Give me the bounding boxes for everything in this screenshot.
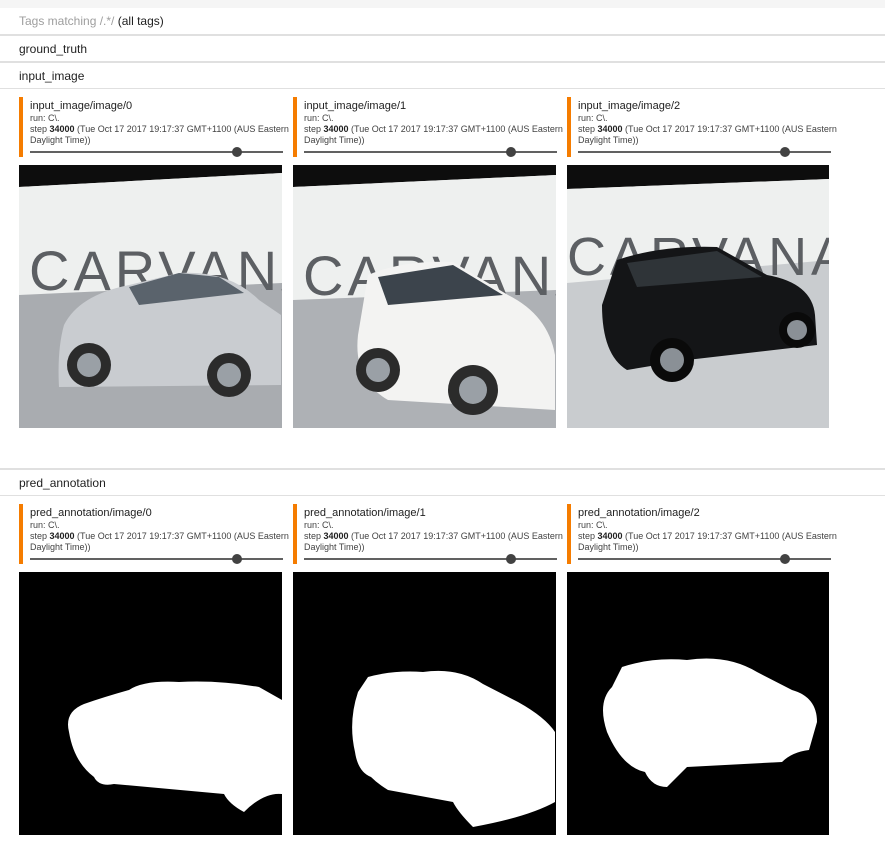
section-title: ground_truth: [19, 42, 88, 56]
suv-mask: [567, 572, 829, 835]
card-time-cont: Daylight Time)): [304, 542, 365, 552]
card-step: step 34000 (Tue Oct 17 2017 19:17:37 GMT…: [30, 124, 289, 134]
card-title: pred_annotation/image/2: [578, 507, 700, 519]
card-header: pred_annotation/image/1 run: C\. step 34…: [293, 504, 563, 564]
tags-prefix: Tags matching: [19, 14, 100, 28]
card-step: step 34000 (Tue Oct 17 2017 19:17:37 GMT…: [30, 531, 289, 541]
slider-thumb[interactable]: [506, 554, 517, 564]
card-time-cont: Daylight Time)): [578, 135, 639, 145]
image-card: pred_annotation/image/2 run: C\. step 34…: [567, 504, 837, 835]
card-title: pred_annotation/image/1: [304, 507, 426, 519]
step-slider[interactable]: [30, 554, 283, 564]
slider-track: [578, 558, 831, 560]
mask-image: [293, 572, 556, 835]
slider-track: [30, 558, 283, 560]
slider-track: [304, 558, 557, 560]
slider-track: [30, 151, 283, 153]
card-time-cont: Daylight Time)): [30, 542, 91, 552]
tags-suffix: (all tags): [117, 14, 164, 28]
slider-track: [578, 151, 831, 153]
card-title: input_image/image/1: [304, 100, 407, 112]
step-slider[interactable]: [30, 147, 283, 157]
image-card: input_image/image/2 run: C\. step 34000 …: [567, 97, 837, 428]
tags-matching-header: Tags matching /.*/ (all tags): [0, 8, 885, 35]
tags-regex[interactable]: /.*/: [100, 14, 115, 28]
card-header: input_image/image/1 run: C\. step 34000 …: [293, 97, 563, 157]
card-run: run: C\.: [578, 113, 608, 123]
car-image: CARVANA: [567, 165, 829, 428]
step-slider[interactable]: [578, 147, 831, 157]
section-header-ground-truth[interactable]: ground_truth: [0, 35, 885, 62]
card-step: step 34000 (Tue Oct 17 2017 19:17:37 GMT…: [578, 531, 837, 541]
slider-thumb[interactable]: [506, 147, 517, 157]
sedan-mask: [19, 572, 282, 835]
card-header: input_image/image/2 run: C\. step 34000 …: [567, 97, 837, 157]
card-title: input_image/image/0: [30, 100, 133, 112]
slider-thumb[interactable]: [780, 554, 791, 564]
mask-image: [19, 572, 282, 835]
card-title: input_image/image/2: [578, 100, 681, 112]
section-title: pred_annotation: [19, 476, 106, 490]
step-slider[interactable]: [304, 554, 557, 564]
card-run: run: C\.: [30, 520, 60, 530]
card-step: step 34000 (Tue Oct 17 2017 19:17:37 GMT…: [304, 124, 563, 134]
section-header-input-image[interactable]: input_image: [0, 62, 885, 89]
card-header: pred_annotation/image/0 run: C\. step 34…: [19, 504, 289, 564]
step-slider[interactable]: [578, 554, 831, 564]
image-card: pred_annotation/image/1 run: C\. step 34…: [293, 504, 563, 835]
mask-image: [567, 572, 829, 835]
card-run: run: C\.: [578, 520, 608, 530]
card-run: run: C\.: [304, 520, 334, 530]
image-card: input_image/image/1 run: C\. step 34000 …: [293, 97, 563, 428]
image-card: pred_annotation/image/0 run: C\. step 34…: [19, 504, 289, 835]
card-header: input_image/image/0 run: C\. step 34000 …: [19, 97, 289, 157]
car-image: CARVANA: [19, 165, 282, 428]
card-run: run: C\.: [30, 113, 60, 123]
slider-track: [304, 151, 557, 153]
card-step: step 34000 (Tue Oct 17 2017 19:17:37 GMT…: [578, 124, 837, 134]
image-card: input_image/image/0 run: C\. step 34000 …: [19, 97, 289, 428]
card-run: run: C\.: [304, 113, 334, 123]
card-time-cont: Daylight Time)): [304, 135, 365, 145]
card-step: step 34000 (Tue Oct 17 2017 19:17:37 GMT…: [304, 531, 563, 541]
slider-thumb[interactable]: [232, 554, 243, 564]
step-slider[interactable]: [304, 147, 557, 157]
suv-mask: [293, 572, 556, 835]
section-title: input_image: [19, 69, 85, 83]
slider-thumb[interactable]: [780, 147, 791, 157]
black-suv-photo: CARVANA: [567, 165, 829, 428]
card-time-cont: Daylight Time)): [578, 542, 639, 552]
card-time-cont: Daylight Time)): [30, 135, 91, 145]
slider-thumb[interactable]: [232, 147, 243, 157]
white-suv-photo: CARVANA: [293, 165, 556, 428]
white-sedan-photo: CARVANA: [19, 165, 282, 428]
card-title: pred_annotation/image/0: [30, 507, 152, 519]
pred-annotation-pane: pred_annotation/image/0 run: C\. step 34…: [0, 496, 885, 864]
section-header-pred-annotation[interactable]: pred_annotation: [0, 469, 885, 496]
car-image: CARVANA: [293, 165, 556, 428]
input-image-pane: input_image/image/0 run: C\. step 34000 …: [0, 89, 885, 469]
card-header: pred_annotation/image/2 run: C\. step 34…: [567, 504, 837, 564]
